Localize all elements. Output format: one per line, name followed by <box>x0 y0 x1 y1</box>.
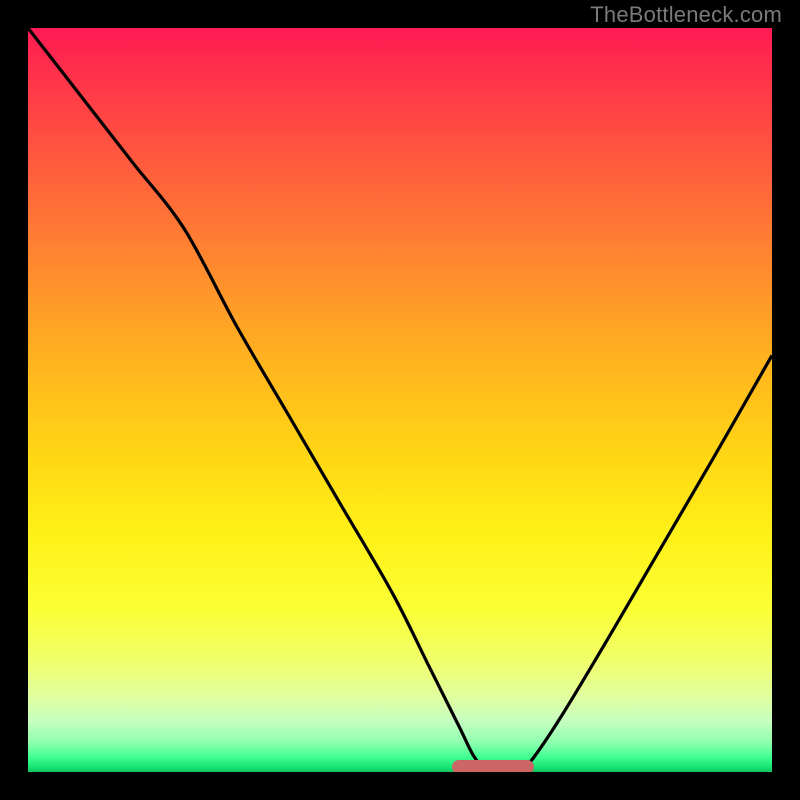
plot-area <box>28 28 772 772</box>
watermark-text: TheBottleneck.com <box>590 2 782 28</box>
curve-layer <box>28 28 772 772</box>
bottleneck-curve <box>28 28 772 772</box>
optimal-range-marker <box>452 760 534 772</box>
bottleneck-chart: TheBottleneck.com <box>0 0 800 800</box>
